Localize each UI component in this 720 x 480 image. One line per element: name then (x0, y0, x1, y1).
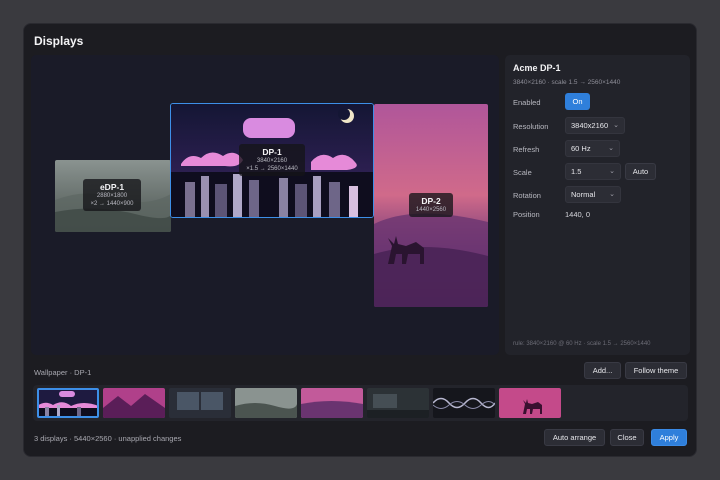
monitor-mapping: ×1.5 → 2560×1440 (246, 166, 298, 173)
rotation-value: Normal (571, 190, 596, 199)
monitor-resolution: 1440×2560 (415, 207, 447, 213)
monitor-dp-1-label: DP-1 3840×2160 ×1.5 → 2560×1440 (239, 144, 305, 177)
apply-button[interactable]: Apply (651, 429, 687, 446)
monitor-resolution: 3840×2160 (256, 158, 288, 164)
chevron-down-icon: ⌄ (609, 168, 615, 175)
wallpaper-thumb[interactable] (499, 388, 561, 418)
deer-silhouette-thumbnail (499, 388, 561, 418)
wallpaper-thumb[interactable] (433, 388, 495, 418)
monitor-name: DP-1 (262, 147, 282, 157)
add-wallpaper-button[interactable]: Add... (584, 362, 621, 379)
monitor-edp-1-label: eDP-1 2880×1800 ×2 → 1440×900 (83, 179, 141, 212)
magenta-mountains-thumbnail (103, 388, 165, 418)
display-title: Acme DP-1 (513, 63, 561, 73)
scale-auto-button[interactable]: Auto (625, 163, 656, 180)
silver-waves-thumbnail (433, 388, 495, 418)
resolution-value: 3840x2160 (571, 121, 609, 130)
refresh-value: 60 Hz (571, 144, 591, 153)
wallpaper-thumb[interactable] (301, 388, 363, 418)
monitor-name: DP-2 (421, 196, 441, 206)
resolution-label: Resolution (513, 122, 549, 131)
enabled-toggle[interactable]: On (565, 93, 590, 110)
scale-select[interactable]: 1.5 ⌄ (565, 163, 621, 180)
rotation-select[interactable]: Normal ⌄ (565, 186, 621, 203)
wallpaper-thumb[interactable] (367, 388, 429, 418)
position-value: 1440, 0 (565, 210, 591, 219)
scale-label: Scale (513, 168, 532, 177)
auto-arrange-button[interactable]: Auto arrange (544, 429, 605, 446)
wallpaper-thumb[interactable] (103, 388, 165, 418)
close-button[interactable]: Close (610, 429, 644, 446)
synthwave-city-thumbnail (37, 388, 99, 418)
wallpaper-strip (33, 385, 688, 421)
monitor-dp-2-label: DP-2 1440×2560 (409, 193, 453, 218)
wallpaper-thumb[interactable] (169, 388, 231, 418)
wallpaper-label: Wallpaper · DP-1 (34, 368, 92, 377)
display-arrangement-canvas[interactable]: eDP-1 2880×1800 ×2 → 1440×900 DP-1 3840×… (31, 55, 499, 355)
monitor-mapping: ×2 → 1440×900 (90, 201, 134, 208)
displays-window: Displays eDP-1 2880×1800 ×2 → 1440×900 D… (23, 23, 697, 457)
refresh-select[interactable]: 60 Hz ⌄ (565, 140, 620, 157)
refresh-label: Refresh (513, 145, 540, 154)
purple-lake-thumbnail (301, 388, 363, 418)
dark-room-thumbnail (367, 388, 429, 418)
wallpaper-thumb[interactable] (37, 388, 99, 418)
chevron-down-icon: ⌄ (613, 122, 619, 129)
monitor-edp-1[interactable]: eDP-1 2880×1800 ×2 → 1440×900 (55, 160, 171, 232)
display-subtitle: 3840×2160 · scale 1.5 → 2560×1440 (513, 79, 621, 86)
monitor-resolution: 2880×1800 (96, 193, 128, 199)
misty-valley-thumbnail (235, 388, 297, 418)
display-settings-panel: Acme DP-1 3840×2160 · scale 1.5 → 2560×1… (505, 55, 690, 355)
resolution-select[interactable]: 3840x2160 ⌄ (565, 117, 625, 134)
chevron-down-icon: ⌄ (608, 145, 614, 152)
wallpaper-thumb[interactable] (235, 388, 297, 418)
status-text: 3 displays · 5440×2560 · unapplied chang… (34, 434, 182, 443)
window-title: Displays (34, 34, 84, 48)
monitor-dp-2[interactable]: DP-2 1440×2560 (374, 104, 488, 307)
monitor-dp-1[interactable]: DP-1 3840×2160 ×1.5 → 2560×1440 (170, 103, 374, 218)
rotation-label: Rotation (513, 191, 541, 200)
chevron-down-icon: ⌄ (609, 191, 615, 198)
display-rule: rule: 3840×2160 @ 60 Hz · scale 1.5 → 25… (513, 341, 651, 347)
position-label: Position (513, 210, 540, 219)
monitor-name: eDP-1 (99, 182, 125, 192)
scale-value: 1.5 (571, 167, 582, 176)
dim-window-thumbnail (169, 388, 231, 418)
follow-theme-button[interactable]: Follow theme (625, 362, 687, 379)
enabled-label: Enabled (513, 98, 541, 107)
